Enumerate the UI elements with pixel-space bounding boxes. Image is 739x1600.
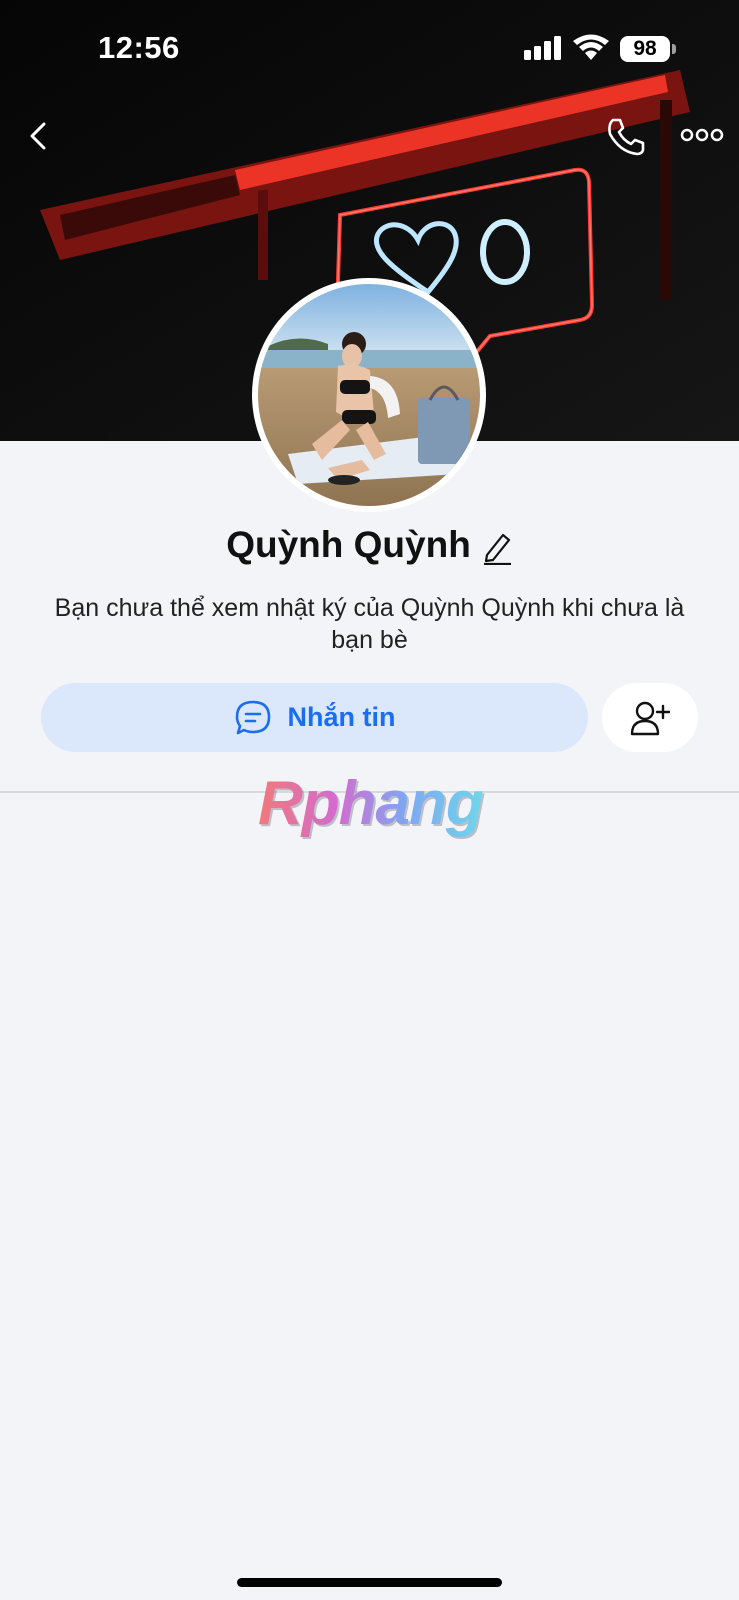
call-button[interactable] xyxy=(604,114,648,158)
add-friend-button[interactable] xyxy=(602,683,698,752)
avatar[interactable] xyxy=(252,278,486,512)
diary-restriction-notice: Bạn chưa thể xem nhật ký của Quỳnh Quỳnh… xyxy=(54,594,685,654)
cellular-signal-icon xyxy=(524,36,561,60)
more-options-button[interactable] xyxy=(680,118,724,152)
add-friend-icon xyxy=(630,701,670,735)
back-button[interactable] xyxy=(20,114,60,158)
message-button[interactable]: Nhắn tin xyxy=(41,683,588,752)
battery-level: 98 xyxy=(620,36,670,62)
home-indicator[interactable] xyxy=(237,1578,502,1587)
status-time: 12:56 xyxy=(98,30,180,65)
chat-bubble-icon xyxy=(235,700,270,734)
avatar-beach-photo xyxy=(258,284,480,506)
profile-name: Quỳnh Quỳnh xyxy=(226,524,471,565)
message-button-label: Nhắn tin xyxy=(287,702,396,732)
status-bar: 12:56 98 xyxy=(0,0,739,100)
profile-name-row: Quỳnh Quỳnh xyxy=(0,524,739,566)
pencil-icon[interactable] xyxy=(481,529,513,566)
wifi-icon xyxy=(573,34,609,60)
battery-cap xyxy=(672,44,676,54)
watermark-logo: Rphang xyxy=(258,769,484,838)
